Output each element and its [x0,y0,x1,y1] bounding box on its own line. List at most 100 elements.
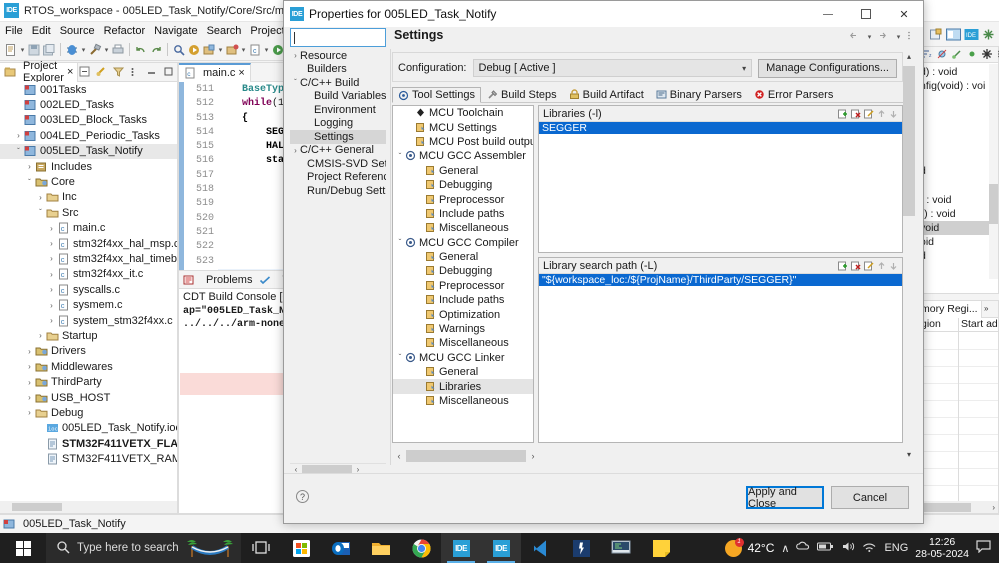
scroll-down-arrow[interactable]: ▾ [903,450,915,463]
outline-item[interactable]: *) : void [920,207,989,221]
outline-item[interactable]: d [920,164,989,178]
manage-configurations-button[interactable]: Manage Configurations... [758,58,897,78]
outline-item[interactable] [920,122,989,136]
perspective-add-icon[interactable] [982,28,995,42]
tool-tree-item[interactable]: Libraries [393,379,533,394]
chevron-down-icon[interactable]: ▾ [80,46,87,54]
settings-pane-vscrollbar[interactable]: ▴ ▾ [903,52,915,463]
tool-tree-item[interactable]: General [393,164,533,178]
microsoft-store-icon[interactable] [281,533,321,563]
project-tree-item[interactable]: › c system_stm32f4xx.c [0,313,177,328]
outlook-icon[interactable] [321,533,361,563]
tool-tree-item[interactable]: MCU Toolchain [393,106,533,120]
search-icon[interactable] [172,43,186,57]
chrome-icon[interactable] [401,533,441,563]
action-center-icon[interactable] [976,540,991,556]
expand-arrow-icon[interactable]: › [46,224,57,233]
project-tree-item[interactable]: › c stm32f4xx_hal_msp.c [0,236,177,251]
chevron-down-icon[interactable]: ▾ [240,46,247,54]
tool-tree-item[interactable]: Debugging [393,178,533,192]
hide-fields-icon[interactable] [936,48,948,62]
expand-arrow-icon[interactable]: › [35,193,46,202]
chevron-down-icon[interactable]: ▾ [19,46,26,54]
library-search-path-item[interactable]: "${workspace_loc:/${ProjName}/ThirdParty… [539,274,902,286]
cancel-button[interactable]: Cancel [831,486,909,509]
scroll-left-arrow[interactable]: ‹ [392,451,406,461]
chevron-down-icon[interactable]: ▾ [263,46,270,54]
build-hammer-icon[interactable] [88,43,102,57]
scroll-thumb[interactable] [406,449,526,462]
open-perspective-icon[interactable] [929,28,942,42]
project-tree-item[interactable]: › c sysmem.c [0,297,177,312]
stm32cubeide-icon-2[interactable]: IDE [481,533,521,563]
perspective-debug-icon[interactable]: IDE [964,28,979,42]
outline-item[interactable]: d) : void [920,65,989,79]
new-project-icon[interactable] [202,43,216,57]
collapse-all-icon[interactable] [78,65,92,79]
redo-icon[interactable] [149,43,163,57]
project-tree-item[interactable]: › Middlewares [0,359,177,374]
settings-tab[interactable]: Error Parsers [748,86,839,102]
libraries-toolbar[interactable] [838,109,898,119]
outline-item[interactable]: d [920,249,989,263]
project-tree-item[interactable]: › Drivers [0,344,177,359]
dialog-window-buttons[interactable]: ✕ [809,1,923,27]
tool-tree-item[interactable]: MCU Post build outputs [393,135,533,149]
outline-item[interactable] [920,179,989,193]
filter-input[interactable] [290,28,386,47]
close-icon[interactable]: × [238,67,244,79]
tool-tree-item[interactable]: ˇ MCU GCC Assembler [393,149,533,163]
back-icon[interactable] [848,30,862,44]
project-tree-item[interactable]: 001Tasks [0,82,177,97]
close-icon[interactable]: × [67,66,73,78]
maximize-view-icon[interactable] [163,65,177,79]
view-menu-icon[interactable] [129,65,143,79]
dialog-nav-item[interactable]: Project Reference [290,171,386,185]
outline-item[interactable]: ) : void [920,193,989,207]
maximize-button[interactable] [847,1,885,27]
onedrive-icon[interactable] [796,540,810,556]
minimize-button[interactable] [809,1,847,27]
language-indicator[interactable]: ENG [884,542,908,554]
undo-icon[interactable] [134,43,148,57]
terminal-icon[interactable] [601,533,641,563]
chevron-down-icon[interactable]: ▾ [742,64,746,73]
link-editor-icon[interactable] [981,48,993,62]
dialog-nav-item[interactable]: CMSIS-SVD Settin [290,157,386,171]
chevron-down-icon[interactable]: ▾ [895,33,902,41]
settings-pane-hscrollbar[interactable]: ‹ › [392,448,903,463]
tool-tree-item[interactable]: MCU Settings [393,120,533,134]
new-file-icon[interactable] [4,43,18,57]
expand-arrow-icon[interactable]: › [46,254,57,263]
library-search-path-toolbar[interactable] [838,261,898,271]
project-tree[interactable]: 001Tasks 002LED_Tasks 003LED_Block_Tasks › 0… [0,82,177,501]
tool-tree-item[interactable]: Include paths [393,293,533,307]
delete-icon[interactable] [851,109,861,119]
project-tree-item[interactable]: STM32F411VETX_FLASH.ld [0,436,177,451]
vscode-icon[interactable] [521,533,561,563]
dialog-nav-item[interactable]: Builders [290,63,386,77]
add-icon[interactable] [838,261,848,271]
more-tabs-icon[interactable]: » [982,302,996,316]
scroll-right-arrow[interactable]: › [526,451,540,461]
expand-arrow-icon[interactable]: › [46,239,57,248]
edit-icon[interactable] [864,261,874,271]
libraries-items[interactable]: SEGGER [539,122,902,134]
project-tree-item[interactable]: › c stm32f4xx_hal_timebase_tim. [0,251,177,266]
outline-item[interactable] [920,136,989,150]
expand-arrow-icon[interactable]: › [13,131,24,140]
save-all-icon[interactable] [42,43,56,57]
network-icon[interactable] [862,541,877,556]
settings-tab[interactable]: Build Steps [481,86,563,102]
settings-tab[interactable]: Tool Settings [392,87,481,103]
task-view-icon[interactable] [241,533,281,563]
dialog-nav-tree[interactable]: › Resource Builders ˇ C/C++ Build Build Varia… [290,49,386,465]
outline-vscrollbar[interactable] [989,64,998,279]
tool-tree-item[interactable]: General [393,250,533,264]
dialog-nav-item[interactable]: Environment [290,103,386,117]
tab-memory-regions[interactable]: mory Regi... [918,300,982,318]
project-tree-item[interactable]: › c syscalls.c [0,282,177,297]
scroll-up-arrow[interactable]: ▴ [903,52,915,65]
minimize-view-icon[interactable] [146,65,160,79]
save-icon[interactable] [27,43,41,57]
